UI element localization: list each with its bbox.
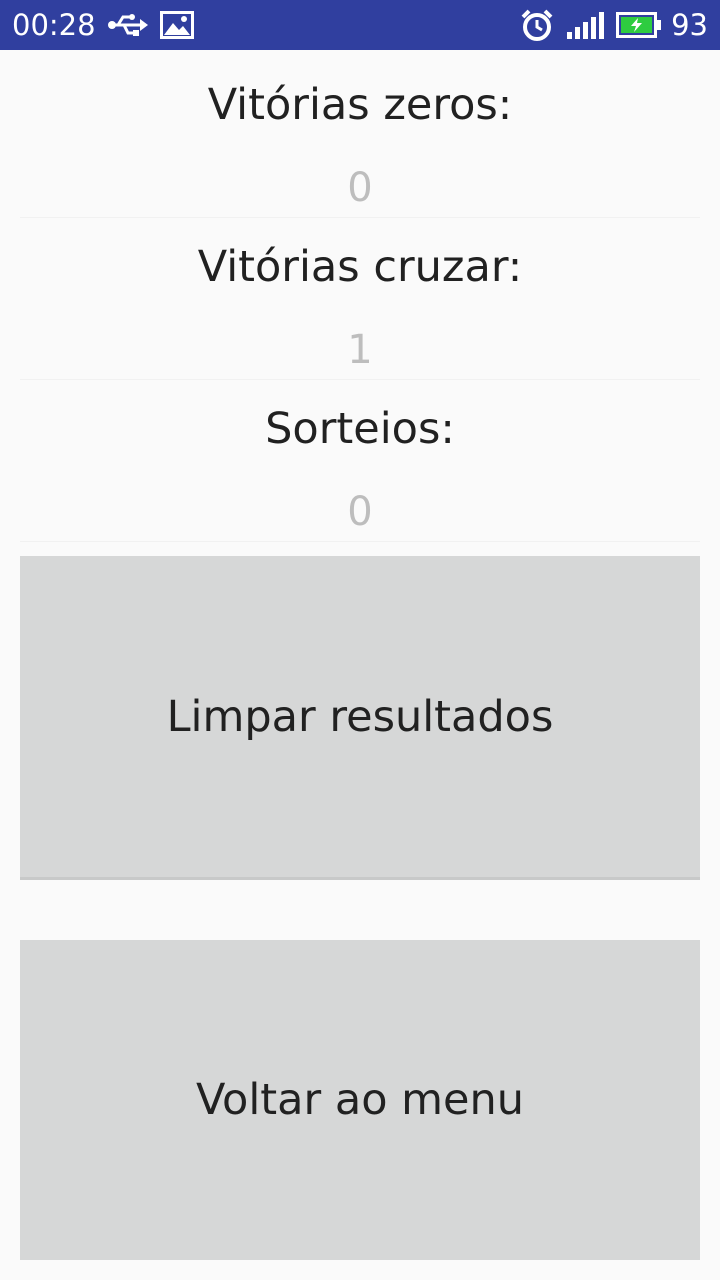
usb-icon — [108, 14, 148, 36]
clear-results-button-label: Limpar resultados — [166, 691, 554, 742]
alarm-icon — [521, 9, 553, 41]
battery-level: 93 — [671, 8, 708, 42]
stat-value-zeros-text: 0 — [347, 165, 373, 211]
back-to-menu-button-label: Voltar ao menu — [195, 1075, 525, 1125]
stat-value-cruzar-text: 1 — [347, 327, 373, 373]
image-icon — [160, 11, 194, 39]
signal-icon — [567, 12, 604, 39]
status-bar: 00:28 93 — [0, 0, 720, 50]
stat-value-sorteios: 0 — [20, 482, 700, 542]
clock-time: 00:28 — [12, 8, 96, 42]
stat-value-cruzar: 1 — [20, 320, 700, 380]
stat-label-sorteios: Sorteios: — [265, 404, 455, 454]
back-to-menu-button[interactable]: Voltar ao menu — [20, 940, 700, 1260]
stat-value-sorteios-text: 0 — [347, 489, 373, 535]
clear-results-button[interactable]: Limpar resultados — [20, 556, 700, 880]
stat-value-zeros: 0 — [20, 158, 700, 218]
stat-label-zeros: Vitórias zeros: — [207, 80, 513, 130]
stat-label-cruzar: Vitórias cruzar: — [197, 242, 523, 292]
battery-charging-icon — [616, 12, 661, 38]
